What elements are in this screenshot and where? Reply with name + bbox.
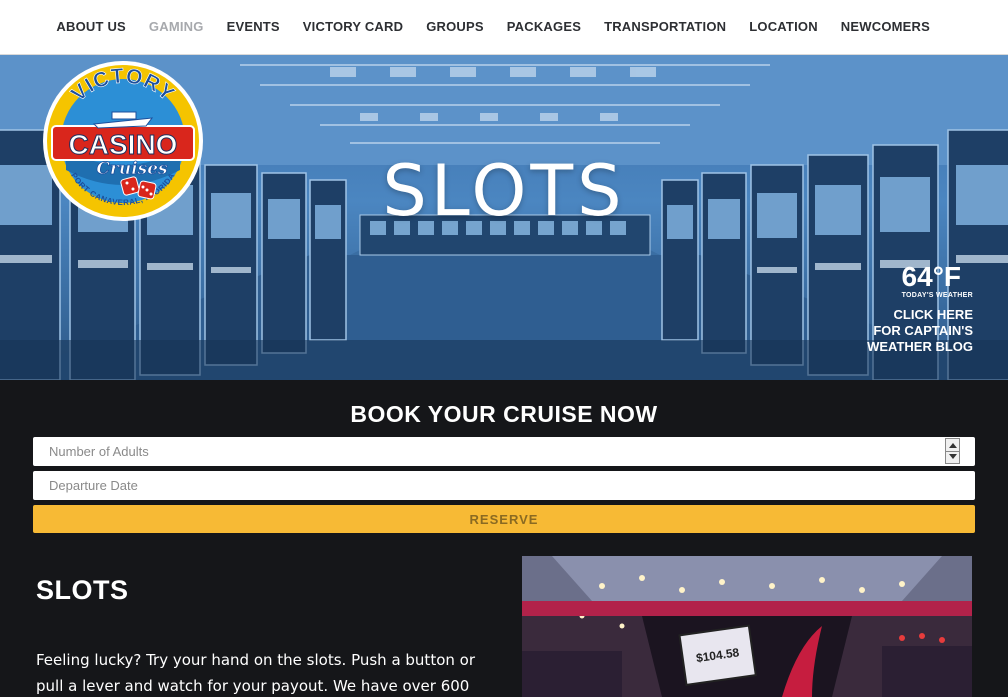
nav-item-location[interactable]: LOCATION bbox=[749, 19, 818, 34]
nav-item-groups[interactable]: GROUPS bbox=[426, 19, 484, 34]
nav-item-newcomers[interactable]: NEWCOMERS bbox=[841, 19, 930, 34]
nav-item-transportation[interactable]: TRANSPORTATION bbox=[604, 19, 726, 34]
weather-temperature: 64°F bbox=[901, 261, 961, 292]
blog-link-line-2: FOR CAPTAIN'S bbox=[873, 323, 973, 338]
weather-label: TODAY'S WEATHER bbox=[901, 292, 973, 299]
stepper-divider bbox=[946, 451, 959, 452]
nav-item-victory-card[interactable]: VICTORY CARD bbox=[303, 19, 403, 34]
reserve-button[interactable]: RESERVE bbox=[33, 505, 975, 533]
nav-item-gaming[interactable]: GAMING bbox=[149, 19, 204, 34]
hero-title: SLOTS bbox=[382, 150, 626, 232]
captains-weather-blog-link[interactable]: CLICK HERE FOR CAPTAIN'S WEATHER BLOG bbox=[867, 307, 973, 355]
adults-field bbox=[33, 437, 975, 466]
blog-link-line-1: CLICK HERE bbox=[893, 307, 973, 322]
stepper-up-icon[interactable] bbox=[949, 443, 957, 448]
content-title: SLOTS bbox=[36, 575, 129, 605]
casino-interior-image: $104.58 bbox=[522, 556, 972, 697]
main-navigation: ABOUT US GAMING EVENTS VICTORY CARD GROU… bbox=[0, 0, 1008, 55]
content-paragraph: Feeling lucky? Try your hand on the slot… bbox=[36, 651, 475, 695]
nav-item-events[interactable]: EVENTS bbox=[227, 19, 280, 34]
departure-date-field bbox=[33, 471, 975, 500]
slot-machine-photo: $104.58 bbox=[522, 556, 972, 697]
hero-banner: VICTORY CASINO Cruises PORT CANAVERAL, F… bbox=[0, 55, 1008, 380]
nav-item-about-us[interactable]: ABOUT US bbox=[56, 19, 126, 34]
blog-link-line-3: WEATHER BLOG bbox=[867, 339, 973, 354]
stepper-down-icon[interactable] bbox=[949, 454, 957, 459]
weather-widget: 64°F TODAY'S WEATHER CLICK HERE FOR CAPT… bbox=[867, 262, 973, 355]
adults-stepper[interactable] bbox=[945, 438, 960, 464]
departure-date-input[interactable] bbox=[33, 471, 975, 500]
adults-input[interactable] bbox=[33, 437, 975, 466]
booking-title: BOOK YOUR CRUISE NOW bbox=[350, 401, 658, 427]
nav-item-packages[interactable]: PACKAGES bbox=[507, 19, 581, 34]
nav-menu: ABOUT US GAMING EVENTS VICTORY CARD GROU… bbox=[33, 19, 930, 34]
